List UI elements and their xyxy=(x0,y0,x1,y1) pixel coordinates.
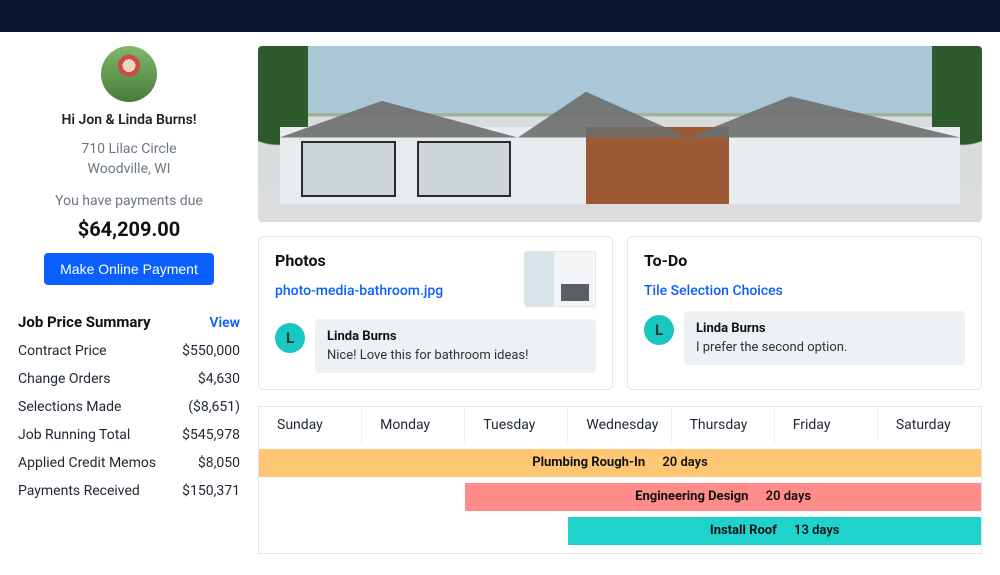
commenter-avatar[interactable]: L xyxy=(275,323,305,353)
summary-row: Job Running Total $545,978 xyxy=(18,421,240,449)
summary-row: Change Orders $4,630 xyxy=(18,365,240,393)
task-name: Install Roof xyxy=(710,523,777,538)
comment-text: Nice! Love this for bathroom ideas! xyxy=(327,348,584,363)
schedule-task-bar[interactable]: Engineering Design 20 days xyxy=(465,483,981,511)
summary-value: $150,371 xyxy=(182,483,240,499)
day-header: Thursday xyxy=(672,407,775,443)
photo-thumbnail[interactable] xyxy=(524,251,596,307)
schedule-gantt: Sunday Monday Tuesday Wednesday Thursday… xyxy=(258,406,982,554)
make-payment-button[interactable]: Make Online Payment xyxy=(44,253,214,285)
job-price-summary: Job Price Summary View Contract Price $5… xyxy=(18,313,240,505)
main-content: Photos photo-media-bathroom.jpg L Linda … xyxy=(258,32,1000,575)
address-line-1: 710 Lilac Circle xyxy=(18,140,240,160)
summary-label: Applied Credit Memos xyxy=(18,455,156,471)
payments-due-message: You have payments due xyxy=(18,193,240,209)
commenter-name: Linda Burns xyxy=(327,329,584,344)
comment-text: I prefer the second option. xyxy=(696,340,953,355)
schedule-task-bar[interactable]: Install Roof 13 days xyxy=(568,517,981,545)
summary-label: Contract Price xyxy=(18,343,107,359)
schedule-task-bar[interactable]: Plumbing Rough-In 20 days xyxy=(259,449,981,477)
summary-label: Job Running Total xyxy=(18,427,130,443)
summary-value: $8,050 xyxy=(198,455,240,471)
day-header: Saturday xyxy=(878,407,981,443)
user-avatar[interactable] xyxy=(101,46,157,102)
summary-label: Change Orders xyxy=(18,371,110,387)
address-line-2: Woodville, WI xyxy=(18,160,240,180)
day-header: Sunday xyxy=(259,407,362,443)
schedule-header-row: Sunday Monday Tuesday Wednesday Thursday… xyxy=(259,407,981,443)
comment-bubble: Linda Burns I prefer the second option. xyxy=(684,311,965,365)
photo-file-link[interactable]: photo-media-bathroom.jpg xyxy=(275,283,443,299)
task-name: Plumbing Rough-In xyxy=(532,455,645,470)
todo-card-title: To-Do xyxy=(644,251,965,270)
schedule-bars: Plumbing Rough-In 20 days Engineering De… xyxy=(259,443,981,553)
summary-row: Payments Received $150,371 xyxy=(18,477,240,505)
amount-due: $64,209.00 xyxy=(18,217,240,241)
todo-comment: L Linda Burns I prefer the second option… xyxy=(644,311,965,365)
project-hero-image[interactable] xyxy=(258,46,982,222)
task-duration: 13 days xyxy=(794,523,839,538)
photos-card-title: Photos xyxy=(275,251,514,270)
summary-label: Payments Received xyxy=(18,483,140,499)
todo-card: To-Do Tile Selection Choices L Linda Bur… xyxy=(627,236,982,390)
commenter-name: Linda Burns xyxy=(696,321,953,336)
summary-label: Selections Made xyxy=(18,399,121,415)
summary-value: $545,978 xyxy=(182,427,240,443)
project-address: 710 Lilac Circle Woodville, WI xyxy=(18,140,240,179)
day-header: Friday xyxy=(775,407,878,443)
commenter-avatar[interactable]: L xyxy=(644,315,674,345)
summary-value: $4,630 xyxy=(198,371,240,387)
summary-view-link[interactable]: View xyxy=(209,315,240,331)
app-top-bar xyxy=(0,0,1000,32)
main-layout: Hi Jon & Linda Burns! 710 Lilac Circle W… xyxy=(0,32,1000,575)
day-header: Tuesday xyxy=(465,407,568,443)
sidebar: Hi Jon & Linda Burns! 710 Lilac Circle W… xyxy=(0,32,258,575)
photos-card: Photos photo-media-bathroom.jpg L Linda … xyxy=(258,236,613,390)
task-duration: 20 days xyxy=(662,455,707,470)
task-name: Engineering Design xyxy=(635,489,748,504)
summary-row: Applied Credit Memos $8,050 xyxy=(18,449,240,477)
summary-value: ($8,651) xyxy=(188,399,240,415)
summary-title: Job Price Summary xyxy=(18,313,151,331)
comment-bubble: Linda Burns Nice! Love this for bathroom… xyxy=(315,319,596,373)
photo-comment: L Linda Burns Nice! Love this for bathro… xyxy=(275,319,596,373)
summary-row: Selections Made ($8,651) xyxy=(18,393,240,421)
summary-value: $550,000 xyxy=(182,343,240,359)
summary-row: Contract Price $550,000 xyxy=(18,337,240,365)
day-header: Wednesday xyxy=(568,407,671,443)
greeting-text: Hi Jon & Linda Burns! xyxy=(18,112,240,128)
todo-item-link[interactable]: Tile Selection Choices xyxy=(644,283,783,299)
task-duration: 20 days xyxy=(766,489,811,504)
day-header: Monday xyxy=(362,407,465,443)
